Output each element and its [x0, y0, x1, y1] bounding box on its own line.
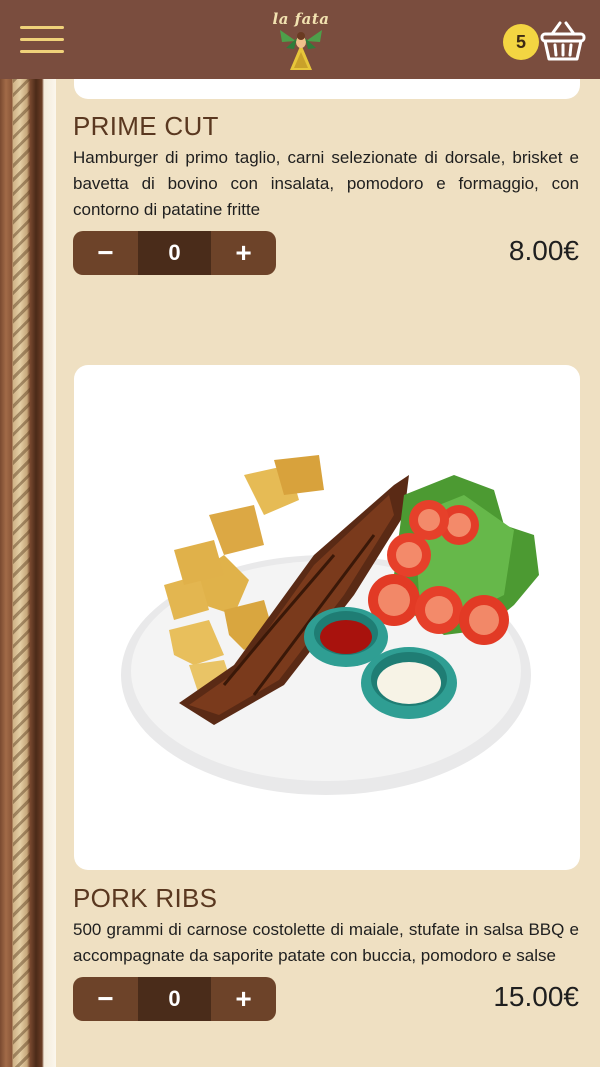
quantity-value: 0 [138, 977, 211, 1021]
item-name: PORK RIBS [73, 883, 218, 913]
quantity-stepper: − 0 + [73, 977, 276, 1021]
item-name: PRIME CUT [73, 111, 219, 141]
item-description: 500 grammi di carnose costolette di maia… [73, 920, 579, 965]
item-description: Hamburger di primo taglio, carni selezio… [73, 148, 579, 219]
cart-count-badge: 5 [503, 24, 539, 60]
menu-item: PORK RIBS 500 grammi di carnose costolet… [73, 883, 579, 1021]
menu-list: PRIME CUT Hamburger di primo taglio, car… [56, 79, 600, 1067]
quantity-stepper: − 0 + [73, 231, 276, 275]
item-actions: − 0 + 8.00€ [73, 231, 579, 275]
increase-button[interactable]: + [211, 977, 276, 1021]
top-bar: la fata 5 [0, 0, 600, 79]
logo[interactable]: la fata [268, 8, 334, 74]
basket-icon[interactable] [540, 20, 586, 62]
item-price: 8.00€ [508, 235, 579, 266]
logo-text: la fata [272, 10, 330, 28]
rope-border [0, 79, 56, 1067]
item-actions: − 0 + 15.00€ [73, 977, 579, 1021]
pork-ribs-image [74, 365, 580, 870]
quantity-value: 0 [138, 231, 211, 275]
previous-item-image-card [74, 79, 580, 99]
decrease-button[interactable]: − [73, 231, 138, 275]
hamburger-menu-icon[interactable] [20, 26, 66, 58]
decrease-button[interactable]: − [73, 977, 138, 1021]
increase-button[interactable]: + [211, 231, 276, 275]
item-price: 15.00€ [493, 981, 579, 1012]
menu-item: PRIME CUT Hamburger di primo taglio, car… [73, 111, 579, 275]
